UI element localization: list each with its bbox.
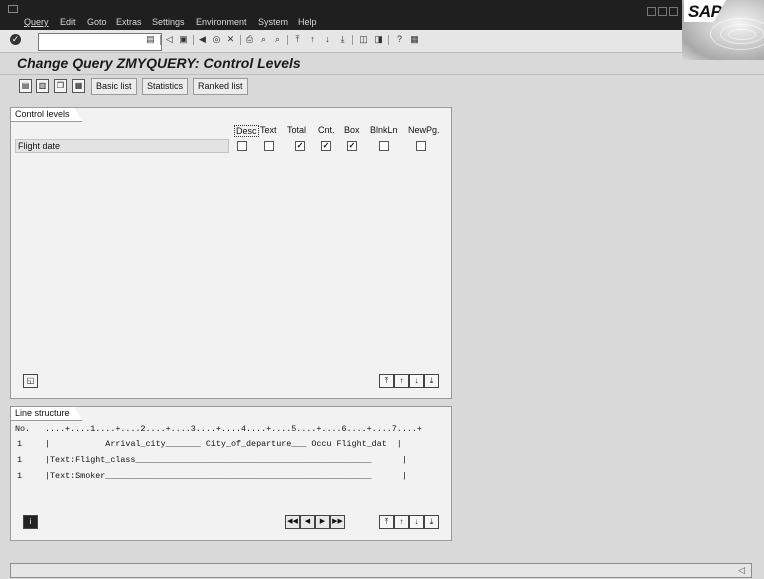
control-levels-tab: Control levels [10,107,83,122]
scroll-last-icon[interactable]: ⤓ [424,374,439,388]
new-session-icon[interactable]: ◫ [358,34,369,45]
maximize-icon[interactable] [658,7,667,16]
sap-logo: SAP [684,0,726,22]
line-content[interactable]: |Text:Flight_class______________________… [45,455,407,465]
column-header-box[interactable]: Box [344,125,360,135]
menu-edit[interactable]: Edit [60,17,76,27]
previous-icon[interactable]: ◁ [164,34,175,45]
checkbox-newpg[interactable] [416,141,426,151]
title-divider [0,74,764,75]
graphic-icon[interactable]: ▦ [72,79,85,93]
line-content[interactable]: |Text:Smoker____________________________… [45,471,407,481]
first-page-icon[interactable]: ⤒ [292,34,303,45]
scroll-last-icon[interactable]: ⤓ [424,515,439,529]
application-toolbar: ▤ ▥ ❐ ▦ Basic list Statistics Ranked lis… [0,78,764,96]
back-icon[interactable]: ◀ [197,34,208,45]
scroll-first-icon[interactable]: ⤒ [379,374,394,388]
control-levels-panel: Control levels Desc Text Total Cnt. Box … [10,107,452,399]
last-column-icon[interactable]: ▶▶ [330,515,345,529]
scroll-next-icon[interactable]: ↓ [409,515,424,529]
next-page-icon[interactable]: ↓ [322,34,333,45]
cancel-icon[interactable]: ✕ [225,34,236,45]
close-icon[interactable] [669,7,678,16]
menu-system[interactable]: System [258,17,288,27]
find-icon[interactable]: ⌕ [258,34,269,45]
menu-settings[interactable]: Settings [152,17,185,27]
layout-menu-icon[interactable]: ▦ [409,34,420,45]
minimize-icon[interactable] [647,7,656,16]
command-field-history-icon[interactable]: ▤ [145,34,156,45]
display-change-icon[interactable]: ▤ [19,79,32,93]
line-structure-panel: Line structure No. ....+....1....+....2.… [10,406,452,541]
column-ruler: ....+....1....+....2....+....3....+....4… [45,424,422,434]
statistics-button[interactable]: Statistics [142,78,189,95]
checkbox-text[interactable] [264,141,274,151]
status-bar-toggle-icon[interactable]: ◁ [738,565,745,576]
first-column-icon[interactable]: ◀◀ [285,515,300,529]
enter-check-icon[interactable]: ✓ [10,34,21,45]
checkbox-box[interactable]: ✓ [347,141,357,151]
command-field[interactable] [38,33,162,51]
status-bar: ◁ [10,563,752,578]
checkbox-cnt[interactable]: ✓ [321,141,331,151]
menu-bar: Query Edit Goto Extras Settings Environm… [0,0,764,30]
scroll-first-icon[interactable]: ⤒ [379,515,394,529]
line-number-header: No. [15,424,31,434]
menu-query[interactable]: Query [24,17,49,27]
menu-help[interactable]: Help [298,17,317,27]
save-icon[interactable]: ▣ [178,34,189,45]
basic-list-button[interactable]: Basic list [91,78,137,95]
shortcut-icon[interactable]: ◨ [373,34,384,45]
checkbox-blnkln[interactable] [379,141,389,151]
copy-icon[interactable]: ❐ [54,79,67,93]
checkbox-total[interactable]: ✓ [295,141,305,151]
column-header-desc[interactable]: Desc [234,125,259,137]
previous-page-icon[interactable]: ↑ [307,34,318,45]
control-level-row-label[interactable]: Flight date [15,139,229,153]
next-column-icon[interactable]: ▶ [315,515,330,529]
page-title: Change Query ZMYQUERY: Control Levels [17,55,301,71]
menu-environment[interactable]: Environment [196,17,247,27]
details-icon[interactable]: ◱ [23,374,38,388]
window-controls [647,7,680,18]
system-menu-icon[interactable] [8,5,18,13]
menu-goto[interactable]: Goto [87,17,107,27]
info-icon[interactable]: i [23,515,38,529]
help-icon[interactable]: ? [394,34,405,45]
column-header-cnt[interactable]: Cnt. [318,125,335,135]
scroll-prev-icon[interactable]: ↑ [394,374,409,388]
ranked-list-button[interactable]: Ranked list [193,78,248,95]
line-content[interactable]: | Arrival_city_______ City_of_departure_… [45,439,402,449]
last-page-icon[interactable]: ⤓ [337,34,348,45]
column-header-newpg[interactable]: NewPg. [408,125,440,135]
system-toolbar: ✓ ▤ ◁ ▣ ◀ ◎ ✕ ⎙ ⌕ ⌕ ⤒ ↑ ↓ ⤓ ◫ ◨ ? ▦ [0,30,682,53]
checkbox-desc[interactable] [237,141,247,151]
scroll-next-icon[interactable]: ↓ [409,374,424,388]
previous-column-icon[interactable]: ◀ [300,515,315,529]
sap-logo-area: SAP [682,0,764,60]
find-next-icon[interactable]: ⌕ [272,34,283,45]
line-number: 1 [17,471,23,481]
column-header-text[interactable]: Text [260,125,277,135]
line-structure-tab: Line structure [10,406,83,421]
exit-icon[interactable]: ◎ [211,34,222,45]
column-header-total[interactable]: Total [287,125,306,135]
scroll-prev-icon[interactable]: ↑ [394,515,409,529]
other-query-icon[interactable]: ▥ [36,79,49,93]
print-icon[interactable]: ⎙ [244,34,255,45]
line-number: 1 [17,439,23,449]
line-number: 1 [17,455,23,465]
column-header-blnkln[interactable]: BlnkLn [370,125,398,135]
menu-extras[interactable]: Extras [116,17,142,27]
